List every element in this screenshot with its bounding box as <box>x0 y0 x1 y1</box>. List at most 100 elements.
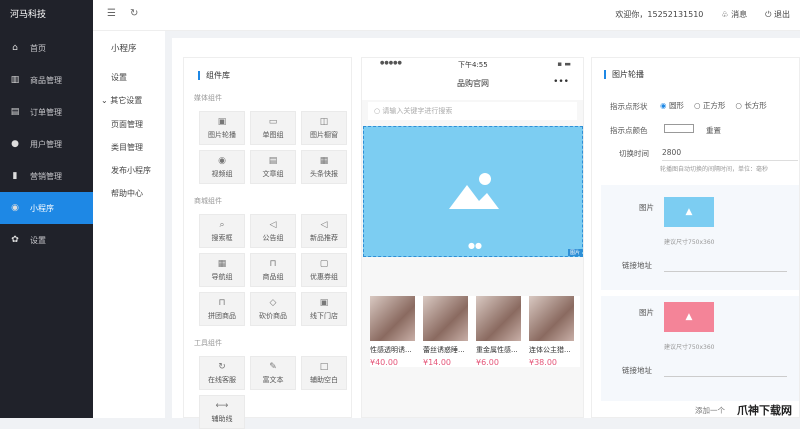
home-icon: ⌂ <box>12 43 18 53</box>
product-image <box>529 296 574 341</box>
order-icon: ▤ <box>10 107 20 117</box>
sidebar-item[interactable]: ● 用户管理 <box>0 128 93 160</box>
slide-card-2: 图片 ▲ 建议尺寸750x360 链接地址 <box>601 296 799 401</box>
component-icon: ▤ <box>268 155 278 166</box>
component-icon: ◫ <box>319 116 329 127</box>
component-item[interactable]: ▣ 线下门店 <box>301 292 347 326</box>
goods-icon: ▥ <box>10 75 20 85</box>
props-title: 图片轮播 <box>612 70 644 79</box>
component-label: 搜索框 <box>211 233 233 242</box>
welcome-text: 欢迎你，15252131510 <box>615 10 704 19</box>
subnav-item-categories[interactable]: 类目管理 <box>111 142 143 153</box>
power-icon: ⏻ <box>765 10 772 19</box>
status-time: 下午4:55 <box>458 61 488 69</box>
component-label: 在线客服 <box>208 375 236 384</box>
component-item[interactable]: ▦ 导航组 <box>199 253 245 287</box>
interval-input[interactable]: 2800 <box>662 148 798 161</box>
component-item[interactable]: ◁ 公告组 <box>250 214 296 248</box>
component-icon: ⊓ <box>218 297 226 308</box>
settings-icon: ✿ <box>11 235 19 245</box>
bell-icon: ♧ <box>721 10 729 19</box>
component-item[interactable]: ✎ 富文本 <box>250 356 296 390</box>
component-icon: ⌕ <box>219 219 225 230</box>
product-image <box>476 296 521 341</box>
image-label: 图片 <box>639 308 654 317</box>
component-icon: ▭ <box>268 116 278 127</box>
logout-link[interactable]: ⏻ 退出 <box>765 9 790 20</box>
radio-square[interactable]: ○ 正方形 <box>694 100 725 111</box>
component-label: 砍价商品 <box>259 311 287 320</box>
component-item[interactable]: ▤ 文章组 <box>250 150 296 184</box>
component-item[interactable]: ▣ 图片轮播 <box>199 111 245 145</box>
radio-rect[interactable]: ○ 长方形 <box>735 100 766 111</box>
component-item[interactable]: ◇ 砍价商品 <box>250 292 296 326</box>
link-input-2[interactable] <box>664 376 787 377</box>
refresh-icon[interactable]: ↻ <box>130 8 138 19</box>
miniprogram-icon: ◉ <box>11 203 19 213</box>
color-picker[interactable] <box>664 124 694 133</box>
link-label: 链接地址 <box>622 261 652 270</box>
slide-image-1[interactable]: ▲ <box>664 197 714 227</box>
product-image <box>370 296 415 341</box>
carousel-dots: ●● <box>468 241 482 250</box>
component-item[interactable]: ⊓ 拼团商品 <box>199 292 245 326</box>
subnav-item-help[interactable]: 帮助中心 <box>111 188 143 199</box>
sidebar-item-label: 营销管理 <box>30 171 62 181</box>
component-label: 文章组 <box>262 169 284 178</box>
sidebar-item[interactable]: ⌂ 首页 <box>0 32 93 64</box>
subnav-item-settings[interactable]: 设置 <box>111 72 127 83</box>
subnav-group-other[interactable]: ⌄ 其它设置 <box>101 95 142 106</box>
watermark: 爪神下载网 <box>737 404 792 417</box>
sidebar-item[interactable]: ◉ 小程序 <box>0 192 93 224</box>
component-icon: ◁ <box>269 219 277 230</box>
component-icon: ◇ <box>269 297 277 308</box>
image-label: 图片 <box>639 203 654 212</box>
link-label: 链接地址 <box>622 366 652 375</box>
phone-search-input[interactable]: ○ 请输入关键字进行搜索 <box>368 102 577 120</box>
component-item[interactable]: ◁ 新品推荐 <box>301 214 347 248</box>
radio-circle[interactable]: ◉ 圆形 <box>660 100 684 111</box>
signal-icon: ●●●●● <box>380 60 402 66</box>
product-card[interactable]: 性感透明诱... ¥40.00 <box>370 296 415 367</box>
component-item[interactable]: ◉ 视频组 <box>199 150 245 184</box>
product-image <box>423 296 468 341</box>
component-item[interactable]: ⌕ 搜索框 <box>199 214 245 248</box>
shape-label: 指示点形状 <box>610 102 648 111</box>
component-icon: ⟷ <box>215 400 229 411</box>
component-item[interactable]: ⟷ 辅助线 <box>199 395 245 429</box>
add-slide-button[interactable]: 添加一个 <box>695 405 725 416</box>
sidebar-item[interactable]: ▤ 订单管理 <box>0 96 93 128</box>
slide-image-2[interactable]: ▲ <box>664 302 714 332</box>
banner-carousel[interactable]: ●● 图片 <box>363 126 583 257</box>
component-item[interactable]: ▭ 单图组 <box>250 111 296 145</box>
component-label: 拼团商品 <box>208 311 236 320</box>
component-icon: ▢ <box>319 258 329 269</box>
sidebar-item[interactable]: ▮ 营销管理 <box>0 160 93 192</box>
image-placeholder-icon <box>449 173 499 209</box>
product-card[interactable]: 连体公主猎... ¥38.00 <box>529 296 574 367</box>
component-icon: ▣ <box>217 116 227 127</box>
battery-icon: ▪ ▬ <box>557 60 571 68</box>
link-input-1[interactable] <box>664 271 787 272</box>
subnav-item-publish[interactable]: 发布小程序 <box>111 165 151 176</box>
subnav-item-pages[interactable]: 页面管理 <box>111 119 143 130</box>
sidebar-item[interactable]: ▥ 商品管理 <box>0 64 93 96</box>
menu-toggle-icon[interactable]: ☰ <box>107 8 116 19</box>
component-item[interactable]: ⊓ 商品组 <box>250 253 296 287</box>
component-item[interactable]: □ 辅助空白 <box>301 356 347 390</box>
messages-link[interactable]: ♧ 消息 <box>721 9 747 20</box>
brand-logo: 河马科技 <box>10 10 47 20</box>
sidebar-item[interactable]: ✿ 设置 <box>0 224 93 256</box>
component-item[interactable]: ▢ 优惠券组 <box>301 253 347 287</box>
product-card[interactable]: 蕾丝诱惑睡... ¥14.00 <box>423 296 468 367</box>
component-label: 商品组 <box>262 272 284 281</box>
component-item[interactable]: ◫ 图片橱窗 <box>301 111 347 145</box>
product-card[interactable]: 重金属性感... ¥6.00 <box>476 296 521 367</box>
product-price: ¥6.00 <box>476 358 499 367</box>
more-icon[interactable]: ••• <box>553 77 569 87</box>
component-library: 组件库 媒体组件 ▣ 图片轮播 ▭ 单图组 ◫ 图片橱窗 ◉ 视频组 ▤ 文章组 ▦ 头条快报 商城组件 ⌕… <box>183 57 352 429</box>
reset-button[interactable]: 重置 <box>706 125 721 136</box>
component-item[interactable]: ↻ 在线客服 <box>199 356 245 390</box>
properties-panel: 图片轮播 指示点形状 ◉ 圆形 ○ 正方形 ○ 长方形 指示点颜色 重置 切换时… <box>591 57 800 418</box>
component-item[interactable]: ▦ 头条快报 <box>301 150 347 184</box>
